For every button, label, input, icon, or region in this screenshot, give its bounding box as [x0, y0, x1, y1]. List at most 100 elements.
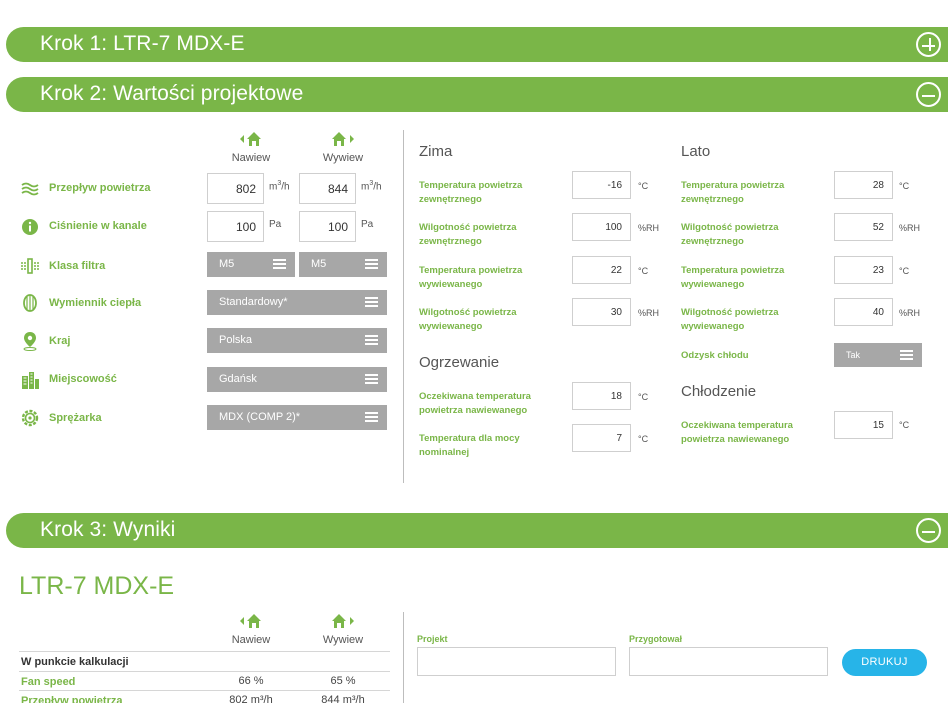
summer-exhaust-temp-input[interactable]: 23	[834, 256, 893, 284]
summer-outdoor-temp-unit: °C	[899, 181, 910, 191]
results-supply-header: Nawiew	[221, 612, 281, 646]
heating-nominal-temp-input[interactable]: 7	[572, 424, 631, 452]
cooling-supply-temp-unit: °C	[899, 420, 910, 430]
heating-supply-temp-label: Oczekiwana temperatura powietrza nawiewa…	[419, 391, 531, 416]
filter-supply-value: M5	[219, 258, 235, 270]
results-divider	[403, 612, 404, 703]
cooling-supply-temp-input[interactable]: 15	[834, 411, 893, 439]
summer-exhaust-humidity-label: Wilgotność powietrza wywiewanego	[681, 307, 779, 332]
cold-recovery-select[interactable]: Tak	[834, 343, 922, 367]
table-divider	[19, 690, 390, 691]
menu-icon	[365, 335, 378, 345]
expand-icon[interactable]	[916, 32, 941, 57]
heating-title: Ogrzewanie	[419, 354, 500, 371]
step2-header[interactable]: Krok 2: Wartości projektowe	[6, 77, 948, 112]
airflow-icon	[21, 182, 39, 196]
winter-outdoor-humidity-label: Wilgotność powietrza zewnętrznego	[419, 222, 517, 247]
heating-nominal-temp-unit: °C	[638, 434, 649, 444]
fan-speed-supply: 66 %	[238, 675, 264, 687]
cooling-title: Chłodzenie	[681, 383, 757, 400]
step1-header[interactable]: Krok 1: LTR-7 MDX-E	[6, 27, 948, 62]
airflow-exhaust-unit: m3/h	[361, 180, 382, 193]
results-title: LTR-7 MDX-E	[19, 572, 175, 600]
winter-exhaust-temp-input[interactable]: 22	[572, 256, 631, 284]
pressure-label: Ciśnienie w kanale	[49, 220, 147, 232]
heating-supply-temp-input[interactable]: 18	[572, 382, 631, 410]
step3-title: Krok 3: Wyniki	[40, 518, 176, 541]
country-select[interactable]: Polska	[207, 328, 387, 353]
winter-outdoor-humidity-unit: %RH	[638, 223, 660, 233]
project-label: Projekt	[417, 634, 448, 644]
table-divider	[19, 651, 390, 652]
summer-exhaust-temp-unit: °C	[899, 266, 910, 276]
pressure-supply-input[interactable]: 100	[207, 211, 264, 242]
winter-outdoor-humidity-input[interactable]: 100	[572, 213, 631, 241]
pressure-exhaust-input[interactable]: 100	[299, 211, 356, 242]
compressor-select[interactable]: MDX (COMP 2)*	[207, 405, 387, 430]
results-exhaust-header: Wywiew	[313, 612, 373, 646]
exhaust-house-icon	[332, 132, 354, 146]
summer-outdoor-temp-label: Temperatura powietrza zewnętrznego	[681, 180, 785, 205]
country-value: Polska	[219, 334, 253, 346]
airflow-supply-input[interactable]: 802	[207, 173, 264, 204]
calc-point-heading: W punkcie kalkulacji	[21, 656, 129, 668]
exchanger-value: Standardowy*	[219, 296, 288, 308]
project-input[interactable]	[417, 647, 616, 676]
cooling-supply-temp-label: Oczekiwana temperatura powietrza nawiewa…	[681, 420, 793, 445]
collapse-icon[interactable]	[916, 82, 941, 107]
winter-exhaust-humidity-label: Wilgotność powietrza wywiewanego	[419, 307, 517, 332]
supply-house-icon	[240, 614, 261, 628]
winter-outdoor-temp-input[interactable]: -16	[572, 171, 631, 199]
airflow-label: Przepływ powietrza	[49, 182, 151, 194]
winter-exhaust-temp-unit: °C	[638, 266, 649, 276]
collapse-icon[interactable]	[916, 518, 941, 543]
filter-icon	[21, 258, 39, 274]
results-supply-label: Nawiew	[231, 634, 271, 646]
filter-label: Klasa filtra	[49, 260, 106, 272]
pressure-supply-unit: Pa	[269, 219, 282, 230]
airflow-result-exhaust: 844 m³/h	[321, 694, 365, 703]
summer-exhaust-humidity-input[interactable]: 40	[834, 298, 893, 326]
summer-title: Lato	[681, 143, 711, 160]
city-select[interactable]: Gdańsk	[207, 367, 387, 392]
winter-outdoor-temp-unit: °C	[638, 181, 649, 191]
winter-exhaust-humidity-input[interactable]: 30	[572, 298, 631, 326]
airflow-result-supply: 802 m³/h	[229, 694, 273, 703]
exhaust-label: Wywiew	[322, 152, 364, 164]
filter-supply-select[interactable]: M5	[207, 252, 295, 277]
cold-recovery-label: Odzysk chłodu	[681, 350, 749, 361]
supply-column-header: Nawiew	[221, 130, 281, 164]
step3-header[interactable]: Krok 3: Wyniki	[6, 513, 948, 548]
summer-outdoor-humidity-unit: %RH	[899, 223, 921, 233]
exchanger-select[interactable]: Standardowy*	[207, 290, 387, 315]
pressure-exhaust-unit: Pa	[361, 219, 374, 230]
compressor-value: MDX (COMP 2)*	[219, 411, 301, 423]
airflow-exhaust-input[interactable]: 844	[299, 173, 356, 204]
heating-supply-temp-unit: °C	[638, 392, 649, 402]
summer-outdoor-humidity-input[interactable]: 52	[834, 213, 893, 241]
print-button[interactable]: DRUKUJ	[842, 649, 927, 676]
table-row: Fan speed	[21, 676, 76, 688]
exhaust-column-header: Wywiew	[313, 130, 373, 164]
menu-icon	[365, 412, 378, 422]
cold-recovery-value: Tak	[846, 350, 861, 360]
prepared-by-input[interactable]	[629, 647, 828, 676]
supply-house-icon	[240, 132, 261, 146]
winter-title: Zima	[419, 143, 453, 160]
menu-icon	[365, 374, 378, 384]
city-label: Miejscowość	[49, 373, 117, 385]
heat-exchanger-icon	[23, 294, 37, 312]
menu-icon	[365, 297, 378, 307]
results-exhaust-label: Wywiew	[322, 634, 364, 646]
table-divider	[19, 671, 390, 672]
exhaust-house-icon	[332, 614, 354, 628]
menu-icon	[365, 259, 378, 269]
supply-label: Nawiew	[231, 152, 271, 164]
summer-outdoor-temp-input[interactable]: 28	[834, 171, 893, 199]
table-row: Przepływ powietrza	[21, 695, 123, 703]
city-value: Gdańsk	[219, 373, 257, 385]
summer-exhaust-temp-label: Temperatura powietrza wywiewanego	[681, 265, 785, 290]
winter-exhaust-temp-label: Temperatura powietrza wywiewanego	[419, 265, 523, 290]
step2-title: Krok 2: Wartości projektowe	[40, 82, 304, 105]
filter-exhaust-select[interactable]: M5	[299, 252, 387, 277]
